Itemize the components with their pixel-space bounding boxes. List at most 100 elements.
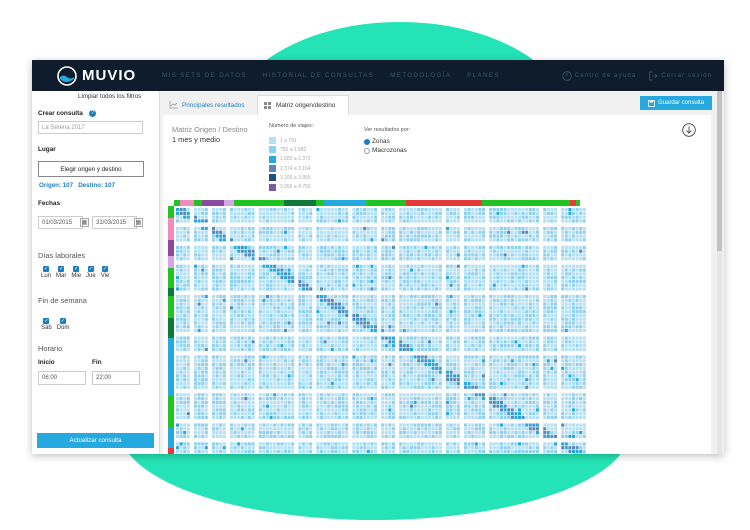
matrix-cell [388,381,392,386]
matrix-cell [554,385,557,389]
matrix-cell [356,276,359,280]
matrix-cell [550,310,554,314]
matrix-cell [262,397,266,401]
matrix-cell [309,370,313,374]
matrix-cell [244,219,248,223]
tab-matriz-origen-destino[interactable]: Matriz origen/destino [257,95,349,115]
matrix-cell [370,294,374,299]
matrix-cell [330,404,334,408]
matrix-cell [305,257,309,261]
matrix-cell [572,366,575,370]
matrix-cell [507,359,511,363]
logout-link[interactable]: Cerrar sesión [648,71,712,81]
matrix-cell [183,359,187,363]
weekday-lun[interactable]: ✓ Lun [41,266,51,279]
radio-macrozonas[interactable]: Macrozonas [364,147,407,154]
matrix-cell [543,257,547,261]
matrix-cell [291,306,295,310]
matrix-cell [276,215,280,219]
matrix-cell [338,302,341,306]
matrix-cell [251,272,255,276]
matrix-cell [478,355,482,359]
weekend-dom[interactable]: ✓ Dom [57,318,69,331]
matrix-cell [388,408,392,412]
matrix-cell [212,215,215,219]
start-time-input[interactable]: 06:00 [38,371,86,385]
matrix-cell [179,378,183,382]
matrix-cell [406,408,410,412]
matrix-cell [399,408,403,412]
calendar-from-icon[interactable]: ▦ [80,218,89,227]
origin-destination-matrix[interactable] [168,200,588,454]
matrix-cell [575,340,579,344]
weekend-sab[interactable]: ✓ Sáb [41,318,52,331]
matrix-cell [244,325,248,329]
matrix-cell [550,378,554,382]
matrix-cell [525,313,529,318]
matrix-cell [201,415,205,420]
query-name-input[interactable]: La Serena 2017 [38,121,143,134]
clear-filters-link[interactable]: Limpiar todos los filtros [78,93,141,100]
matrix-cell [356,325,359,329]
end-time-input[interactable]: 22:00 [92,371,140,385]
matrix-cell [568,215,572,219]
matrix-cell [406,219,410,223]
weekday-mie[interactable]: ✓ Mie [71,266,81,279]
help-link[interactable]: ? Centro de ayuda [561,70,637,81]
matrix-cell [291,385,295,389]
matrix-cell [222,238,226,242]
matrix-cell [320,215,323,219]
weekday-mar[interactable]: ✓ Mar [56,266,66,279]
date-from-input[interactable]: 01/03/2015 [38,216,83,229]
download-icon[interactable] [682,123,696,137]
matrix-cell [370,283,374,287]
tab-principales-resultados[interactable]: Principales resultados [163,95,255,115]
calendar-to-icon[interactable]: ▦ [134,218,143,227]
nav-mis-sets[interactable]: MIS SETS DE DATOS [162,72,247,79]
matrix-cell [572,378,575,382]
matrix-cell [431,276,435,280]
update-query-button[interactable]: Actualizar consulta [37,433,154,448]
nav-historial[interactable]: HISTORIAL DE CONSULTAS [263,72,374,79]
legend-label: 792 a 1.582 [280,146,307,153]
matrix-cell [474,287,478,291]
matrix-cell [244,226,248,231]
matrix-cell [327,215,331,219]
radio-zonas[interactable]: Zonas [364,138,390,145]
matrix-cell [489,374,493,378]
matrix-cell [334,415,338,420]
matrix-cell [237,412,241,416]
info-icon[interactable]: ? [89,110,96,117]
matrix-cell [309,412,313,416]
weekday-jue[interactable]: ✓ Jue [86,266,96,279]
matrix-cell [482,219,485,223]
matrix-cell [356,272,359,276]
legend-item: 792 a 1.582 [269,145,311,154]
matrix-cell [456,264,460,268]
matrix-cell [316,249,320,253]
matrix-cell [341,257,345,261]
matrix-cell [366,321,370,325]
logo[interactable]: MUVIO [57,65,136,86]
matrix-cell [431,219,435,223]
matrix-cell [186,344,190,348]
nav-metodologia[interactable]: METODOLOGÍA [390,72,451,79]
matrix-cell [244,302,248,306]
matrix-cell [438,317,442,321]
matrix-cell [215,238,219,242]
matrix-cell [471,230,475,234]
weekday-vie[interactable]: ✓ Vie [101,266,109,279]
matrix-cell [402,257,406,261]
matrix-cell [446,245,449,249]
matrix-cell [352,415,356,420]
date-to-input[interactable]: 31/03/2015 [92,216,137,229]
matrix-cell [291,283,295,287]
nav-planes[interactable]: PLANES [467,72,500,79]
matrix-cell [287,226,291,231]
matrix-cell [345,219,349,223]
matrix-cell [564,325,568,329]
save-query-button[interactable]: Guardar consulta [640,96,712,110]
choose-origin-destination-button[interactable]: Elegir origen y destino [38,161,144,177]
matrix-cell [273,321,277,325]
matrix-cell [507,378,511,382]
